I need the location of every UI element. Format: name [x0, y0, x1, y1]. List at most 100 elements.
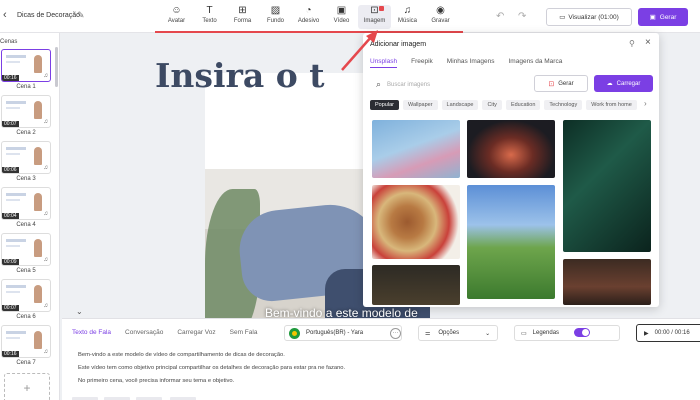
image-result-interior[interactable]: [563, 259, 651, 305]
script-line[interactable]: No primeiro cena, você precisa informar …: [78, 378, 234, 384]
tool-music-label: Música: [397, 18, 417, 24]
scene-thumb-2[interactable]: 00:07 ♫ Cena 2: [1, 95, 51, 136]
tool-text[interactable]: T Texto: [193, 5, 226, 29]
tab-freepik[interactable]: Freepik: [411, 58, 433, 68]
tool-image[interactable]: ⊡ Imagem: [358, 5, 391, 29]
generate-label: Gerar: [659, 13, 677, 21]
tool-image-label: Imagem: [363, 18, 386, 24]
category-chip[interactable]: Popular: [370, 100, 399, 110]
scene-thumb-5[interactable]: 00:09 ♫ Cena 5: [1, 233, 51, 274]
captions-toggle[interactable]: [574, 328, 590, 337]
options-dropdown[interactable]: ⚌ Opções ⌄: [418, 325, 498, 341]
script-tabs: Texto de Fala Conversação Carregar Voz S…: [72, 329, 257, 336]
music-note-icon: ♫: [43, 257, 49, 263]
scene-label: Cena 3: [16, 176, 36, 182]
scene-thumbnail: 00:09 ♫: [1, 233, 51, 266]
tool-text-label: Texto: [202, 18, 217, 24]
image-result-green-car[interactable]: [563, 120, 651, 252]
tool-sticker[interactable]: ◔ Adesivo: [292, 5, 325, 29]
chevron-right-icon[interactable]: ›: [644, 99, 647, 108]
image-result-food-plate[interactable]: [372, 185, 460, 259]
image-result-green-valley[interactable]: [467, 185, 555, 299]
tab-text-to-speech[interactable]: Texto de Fala: [72, 329, 111, 336]
tab-brand-images[interactable]: Imagens da Marca: [509, 58, 563, 68]
scene-duration: 00:07: [2, 305, 19, 311]
edit-pencil-icon[interactable]: ✎: [77, 10, 85, 21]
scenes-scrollbar[interactable]: [55, 47, 58, 87]
scene-label: Cena 4: [16, 222, 36, 228]
tool-music[interactable]: ♫ Música: [391, 5, 424, 29]
video-icon: ▣: [336, 5, 347, 16]
music-note-icon: ♫: [43, 303, 49, 309]
generate-icon: ▣: [649, 14, 656, 21]
scene-thumbnail: 00:06 ♫: [1, 141, 51, 174]
tab-no-speech[interactable]: Sem Fala: [230, 329, 258, 336]
tool-sticker-label: Adesivo: [297, 18, 320, 24]
tool-record[interactable]: ◉ Gravar: [424, 5, 457, 29]
tool-background-label: Fundo: [266, 18, 284, 24]
script-line[interactable]: Bem-vindo a este modelo de vídeo de comp…: [78, 352, 285, 358]
play-button[interactable]: ▶ 00:00 / 00:16: [636, 324, 700, 342]
canvas-title[interactable]: Insira o t: [155, 56, 325, 95]
add-scene-button[interactable]: +: [4, 373, 50, 400]
scene-thumb-1[interactable]: 00:16 ♫ Cena 1: [1, 49, 51, 90]
scene-duration: 00:16: [2, 75, 19, 81]
scene-duration: 00:06: [2, 167, 19, 173]
scene-thumb-4[interactable]: 00:04 ♫ Cena 4: [1, 187, 51, 228]
category-chip[interactable]: Technology: [544, 100, 583, 110]
tab-upload-voice[interactable]: Carregar Voz: [177, 329, 215, 336]
category-chip[interactable]: Work from home: [586, 100, 637, 110]
category-chip[interactable]: City: [482, 100, 502, 110]
search-placeholder: Buscar imagens: [387, 81, 431, 88]
avatar-icon: ☺: [171, 5, 182, 16]
scene-duration: 00:04: [2, 213, 19, 219]
tool-shape[interactable]: ⊞ Forma: [226, 5, 259, 29]
close-icon[interactable]: ×: [645, 37, 651, 48]
more-options-icon[interactable]: ···: [390, 328, 401, 339]
preview-button[interactable]: ▭ Visualizar (01:00): [546, 8, 632, 26]
scene-thumb-3[interactable]: 00:06 ♫ Cena 3: [1, 141, 51, 182]
image-result-dark-scene[interactable]: [372, 265, 460, 305]
scene-thumb-6[interactable]: 00:07 ♫ Cena 6: [1, 279, 51, 320]
tab-conversation[interactable]: Conversação: [125, 329, 163, 336]
category-chip[interactable]: Landscape: [441, 100, 479, 110]
tool-video[interactable]: ▣ Vídeo: [325, 5, 358, 29]
image-result-space-station[interactable]: [467, 120, 555, 178]
text-icon: T: [206, 5, 213, 16]
preview-label: Visualizar (01:00): [568, 13, 619, 21]
upload-label: Carregar: [616, 80, 641, 87]
category-chip[interactable]: Education: [505, 100, 541, 110]
image-search-input[interactable]: ⌕ Buscar imagens: [370, 76, 530, 93]
record-icon: ◉: [436, 5, 445, 16]
tool-avatar[interactable]: ☺ Avatar: [160, 5, 193, 29]
image-result-cherry-blossom[interactable]: [372, 120, 460, 178]
chevron-down-icon: ⌄: [485, 330, 491, 337]
image-source-tabs: Unsplash Freepik Minhas Imagens Imagens …: [370, 58, 562, 68]
new-badge: [379, 6, 384, 11]
ai-image-icon: ⊡: [548, 80, 555, 88]
redo-icon[interactable]: ↷: [518, 11, 526, 22]
voice-selector[interactable]: Português(BR) - Yara: [284, 325, 402, 341]
project-title[interactable]: Dicas de Decoração: [17, 12, 80, 19]
tool-video-label: Vídeo: [333, 18, 350, 24]
upload-button[interactable]: ☁ Carregar: [594, 75, 653, 92]
generate-button[interactable]: ▣ Gerar: [638, 8, 688, 26]
music-icon: ♫: [403, 5, 412, 16]
ai-generate-button[interactable]: ⊡ Gerar: [534, 75, 588, 92]
scene-thumbnail: 00:04 ♫: [1, 187, 51, 220]
pin-icon[interactable]: ⚲: [629, 39, 635, 48]
scene-label: Cena 5: [16, 268, 36, 274]
collapse-chevron-icon[interactable]: ⌄: [76, 307, 83, 316]
scene-thumbnail: 00:16 ♫: [1, 325, 51, 358]
script-line[interactable]: Este vídeo tem como objetivo principal c…: [78, 365, 345, 371]
undo-icon[interactable]: ↶: [496, 11, 504, 22]
scene-thumb-7[interactable]: 00:16 ♫ Cena 7: [1, 325, 51, 366]
tab-my-images[interactable]: Minhas Imagens: [447, 58, 495, 68]
tool-background[interactable]: ▨ Fundo: [259, 5, 292, 29]
scenes-panel: Cenas 00:16 ♫ Cena 1 00:07 ♫ Cena 2 00:06 ♫…: [0, 33, 60, 400]
play-time: 00:00 / 00:16: [654, 330, 690, 336]
back-icon[interactable]: ‹: [3, 9, 7, 21]
category-chip[interactable]: Wallpaper: [402, 100, 438, 110]
monitor-icon: ▭: [559, 14, 566, 21]
options-label: Opções: [438, 330, 460, 336]
